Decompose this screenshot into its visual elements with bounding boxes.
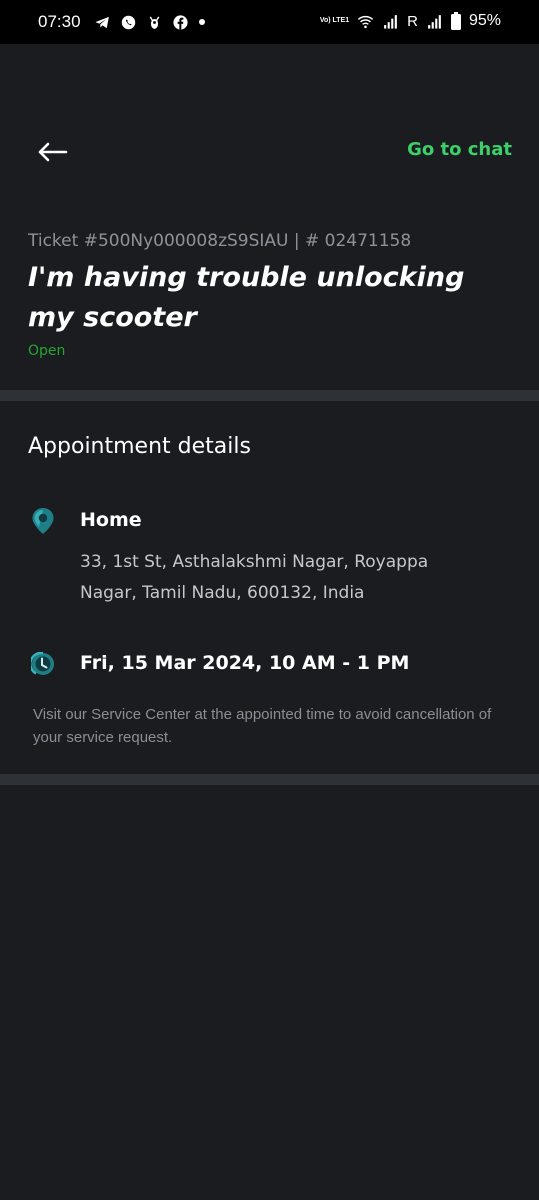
ticket-id: Ticket #500Ny000008zS9SIAU | # 02471158 bbox=[28, 231, 412, 251]
status-time: 07:30 bbox=[38, 12, 81, 31]
notification-dot-icon bbox=[198, 19, 205, 25]
status-right: Vo) LTE1 R 95% bbox=[320, 12, 501, 30]
appointment-section-title: Appointment details bbox=[28, 434, 251, 459]
scooter-app-icon bbox=[149, 15, 159, 29]
go-to-chat-link[interactable]: Go to chat bbox=[407, 139, 512, 160]
location-pin-icon bbox=[32, 508, 54, 534]
telegram-icon bbox=[94, 16, 109, 28]
signal-icon-2 bbox=[428, 14, 441, 29]
section-divider-top bbox=[0, 390, 539, 401]
back-button[interactable] bbox=[34, 134, 70, 170]
clock-icon bbox=[31, 652, 54, 675]
wifi-icon bbox=[358, 15, 374, 28]
back-arrow-icon bbox=[38, 142, 68, 162]
status-left: 07:30 bbox=[38, 12, 206, 32]
whatsapp-icon bbox=[121, 15, 135, 29]
volte-indicator: Vo) LTE1 bbox=[319, 17, 350, 24]
signal-icon bbox=[384, 14, 397, 29]
location-name: Home bbox=[80, 509, 142, 531]
ticket-title: I'm having trouble unlocking my scooter bbox=[28, 262, 465, 333]
appointment-notice: Visit our Service Center at the appointe… bbox=[33, 706, 492, 746]
status-badge: Open bbox=[28, 343, 66, 359]
roaming-label: R bbox=[407, 12, 418, 30]
facebook-icon bbox=[172, 14, 188, 30]
battery-percent: 95% bbox=[468, 12, 501, 29]
appointment-datetime: Fri, 15 Mar 2024, 10 AM - 1 PM bbox=[80, 652, 410, 674]
status-bar: 07:30 Vo) LTE1 R 95% bbox=[0, 0, 539, 44]
section-divider-bottom bbox=[0, 774, 539, 785]
battery-icon bbox=[450, 12, 461, 30]
address-text: 33, 1st St, Asthalakshmi Nagar, Royappa … bbox=[80, 552, 429, 603]
